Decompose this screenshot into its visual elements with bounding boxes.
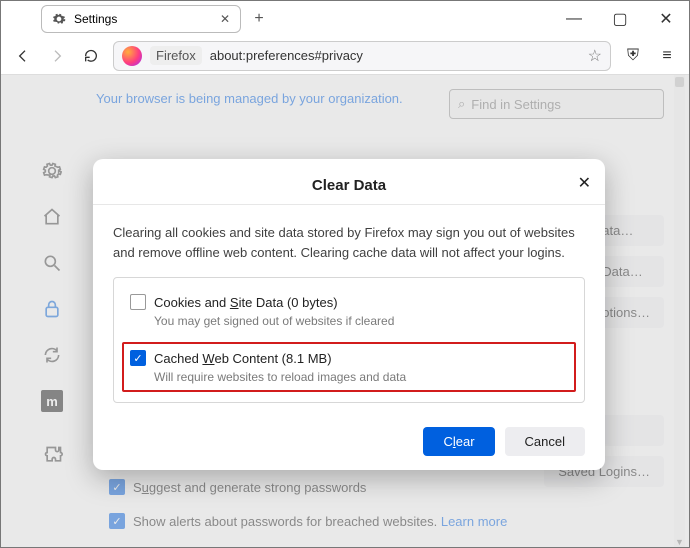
identity-label: Firefox bbox=[150, 46, 202, 65]
clear-button[interactable]: Clear bbox=[423, 427, 494, 456]
cached-label: Cached Web Content (8.1 MB) bbox=[154, 351, 332, 366]
cached-sublabel: Will require websites to reload images a… bbox=[154, 370, 568, 384]
dialog-description: Clearing all cookies and site data store… bbox=[113, 223, 585, 263]
clear-options: Cookies and Site Data (0 bytes) You may … bbox=[113, 277, 585, 403]
back-button[interactable] bbox=[11, 44, 35, 68]
minimize-button[interactable]: — bbox=[551, 1, 597, 37]
cached-content-option[interactable]: ✓ Cached Web Content (8.1 MB) Will requi… bbox=[122, 342, 576, 392]
dialog-header: Clear Data ✕ bbox=[93, 159, 605, 205]
tab-close-icon[interactable]: ✕ bbox=[220, 12, 230, 26]
dialog-footer: Clear Cancel bbox=[93, 417, 605, 456]
url-bar[interactable]: Firefox about:preferences#privacy ☆ bbox=[113, 41, 611, 71]
checkbox-unchecked-icon[interactable] bbox=[130, 294, 146, 310]
nav-toolbar: Firefox about:preferences#privacy ☆ ⛨ ≡ bbox=[1, 37, 689, 75]
close-window-button[interactable]: ✕ bbox=[643, 1, 689, 37]
forward-button[interactable] bbox=[45, 44, 69, 68]
firefox-icon bbox=[122, 46, 142, 66]
dialog-close-button[interactable]: ✕ bbox=[578, 173, 591, 193]
clear-data-dialog: Clear Data ✕ Clearing all cookies and si… bbox=[93, 159, 605, 470]
cookies-label: Cookies and Site Data (0 bytes) bbox=[154, 295, 338, 310]
gear-icon bbox=[52, 12, 66, 26]
maximize-button[interactable]: ▢ bbox=[597, 1, 643, 37]
reload-button[interactable] bbox=[79, 44, 103, 68]
window-titlebar: Settings ✕ + — ▢ ✕ bbox=[1, 1, 689, 37]
checkbox-checked-icon[interactable]: ✓ bbox=[130, 350, 146, 366]
url-text: about:preferences#privacy bbox=[210, 48, 363, 63]
window-controls: — ▢ ✕ bbox=[551, 1, 689, 37]
pocket-icon[interactable]: ⛨ bbox=[621, 44, 645, 68]
tab-label: Settings bbox=[74, 12, 117, 26]
new-tab-button[interactable]: + bbox=[247, 7, 271, 31]
cookies-sublabel: You may get signed out of websites if cl… bbox=[154, 314, 568, 328]
dialog-body: Clearing all cookies and site data store… bbox=[93, 205, 605, 417]
bookmark-star-icon[interactable]: ☆ bbox=[588, 46, 602, 66]
dialog-title: Clear Data bbox=[312, 177, 386, 194]
cookies-option[interactable]: Cookies and Site Data (0 bytes) You may … bbox=[126, 288, 572, 334]
cancel-button[interactable]: Cancel bbox=[505, 427, 585, 456]
content-area: Your browser is being managed by your or… bbox=[1, 75, 689, 547]
hamburger-menu-icon[interactable]: ≡ bbox=[655, 44, 679, 68]
tab-strip: Settings ✕ + bbox=[41, 5, 271, 33]
tab-settings[interactable]: Settings ✕ bbox=[41, 5, 241, 33]
